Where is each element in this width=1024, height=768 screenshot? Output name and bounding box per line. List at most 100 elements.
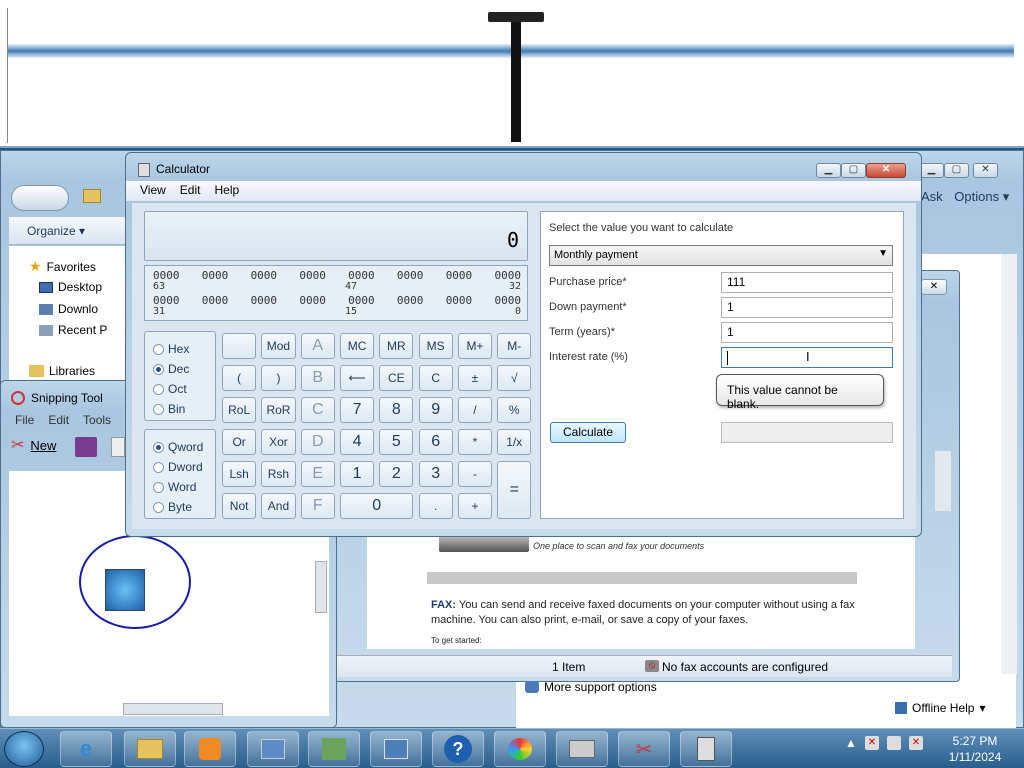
down-payment-field[interactable]: 1 bbox=[721, 297, 893, 318]
key-sqrt[interactable]: √ bbox=[497, 365, 532, 391]
key-rol[interactable]: RoL bbox=[222, 397, 257, 423]
taskbar-snipping[interactable]: ✂ bbox=[618, 731, 670, 767]
key-k2[interactable]: 2 bbox=[379, 461, 414, 487]
calc-close-button[interactable]: ✕ bbox=[866, 163, 906, 178]
key-k8[interactable]: 8 bbox=[379, 397, 414, 423]
sidebar-item-desktop[interactable]: Desktop bbox=[39, 280, 102, 294]
key-pct[interactable]: % bbox=[497, 397, 532, 423]
key-c[interactable]: C bbox=[418, 365, 453, 391]
taskbar-fax[interactable] bbox=[556, 731, 608, 767]
key-mplus[interactable]: M+ bbox=[457, 333, 493, 359]
maximize-button[interactable]: ▢ bbox=[944, 163, 969, 178]
snip-scrollbar-h[interactable] bbox=[123, 703, 223, 715]
back-forward-buttons[interactable] bbox=[11, 185, 69, 211]
calc-type-select[interactable]: Monthly payment ▼ bbox=[549, 245, 893, 266]
taskbar-explorer[interactable] bbox=[124, 731, 176, 767]
start-button[interactable] bbox=[4, 731, 44, 767]
calculate-button[interactable]: Calculate bbox=[550, 422, 626, 443]
minimize-button[interactable]: ▁ bbox=[919, 163, 944, 178]
purchase-price-field[interactable]: 111 bbox=[721, 272, 893, 293]
taskbar-ie[interactable]: e bbox=[60, 731, 112, 767]
key-k4[interactable]: 4 bbox=[339, 429, 375, 455]
key-cc[interactable]: C bbox=[300, 397, 335, 423]
key-ror[interactable]: RoR bbox=[261, 397, 296, 423]
copy-icon[interactable] bbox=[111, 437, 125, 457]
sidebar-item-libraries[interactable]: Libraries bbox=[29, 364, 95, 378]
taskbar-help[interactable]: ? bbox=[432, 731, 484, 767]
key-eq[interactable]: = bbox=[497, 461, 532, 519]
key-xor[interactable]: Xor bbox=[261, 429, 296, 455]
sidebar-item-downloads[interactable]: Downlo bbox=[39, 302, 98, 316]
key-f[interactable]: F bbox=[300, 493, 335, 519]
interest-rate-field[interactable]: I bbox=[721, 347, 893, 368]
key-back[interactable]: ⟵ bbox=[339, 365, 375, 391]
key-k9[interactable]: 9 bbox=[418, 397, 453, 423]
support-people-icon bbox=[525, 681, 539, 693]
save-icon[interactable] bbox=[75, 437, 97, 457]
options-button[interactable]: Options ▾ bbox=[954, 189, 1009, 204]
key-sub[interactable]: - bbox=[457, 461, 493, 487]
key-k5[interactable]: 5 bbox=[379, 429, 414, 455]
key-k1[interactable]: 1 bbox=[339, 461, 375, 487]
network-icon[interactable] bbox=[886, 736, 901, 750]
ask-button[interactable]: Ask bbox=[921, 189, 943, 204]
key-rparen[interactable]: ) bbox=[261, 365, 296, 391]
close-button[interactable]: ✕ bbox=[973, 163, 998, 178]
taskbar-paint[interactable] bbox=[494, 731, 546, 767]
taskbar-computer[interactable] bbox=[370, 731, 422, 767]
key-mod[interactable]: Mod bbox=[261, 333, 296, 359]
key-mr[interactable]: MR bbox=[379, 333, 414, 359]
taskbar-control-panel[interactable] bbox=[247, 731, 299, 767]
taskbar-calculator[interactable] bbox=[680, 731, 732, 767]
key-or[interactable]: Or bbox=[222, 429, 257, 455]
key-not[interactable]: Not bbox=[222, 493, 257, 519]
snipping-new-button[interactable]: ✂ New bbox=[11, 435, 56, 455]
calc-minimize-button[interactable]: ▁ bbox=[816, 163, 841, 178]
key-inv[interactable]: 1/x bbox=[497, 429, 532, 455]
key-rsh[interactable]: Rsh bbox=[261, 461, 296, 487]
key-k7[interactable]: 7 bbox=[339, 397, 375, 423]
action-center-icon[interactable]: ✕ bbox=[864, 736, 879, 750]
sidebar-item-favorites[interactable]: ★ Favorites bbox=[29, 258, 96, 275]
organize-button[interactable]: Organize ▾ bbox=[27, 224, 85, 238]
clock[interactable]: 5:27 PM 1/11/2024 bbox=[940, 733, 1010, 765]
key-e[interactable]: E bbox=[300, 461, 335, 487]
menu-edit[interactable]: Edit bbox=[180, 183, 201, 197]
menu-file[interactable]: File bbox=[15, 413, 34, 427]
snip-scrollbar-v[interactable] bbox=[315, 561, 327, 613]
right-scrollbar[interactable] bbox=[1001, 254, 1017, 674]
key-lsh[interactable]: Lsh bbox=[222, 461, 257, 487]
key-mc[interactable]: MC bbox=[339, 333, 375, 359]
fax-close-button[interactable]: ✕ bbox=[921, 279, 947, 295]
key-a[interactable]: A bbox=[300, 333, 335, 359]
taskbar-media-player[interactable] bbox=[184, 731, 236, 767]
menu-edit[interactable]: Edit bbox=[48, 413, 69, 427]
key-div[interactable]: / bbox=[457, 397, 493, 423]
key-mminus[interactable]: M- bbox=[497, 333, 532, 359]
offline-help-button[interactable]: Offline Help ▾ bbox=[895, 701, 986, 715]
key-k6[interactable]: 6 bbox=[418, 429, 453, 455]
calc-maximize-button[interactable]: ▢ bbox=[841, 163, 866, 178]
fax-scrollbar[interactable] bbox=[935, 451, 951, 511]
key-ms[interactable]: MS bbox=[418, 333, 453, 359]
key-mul[interactable]: * bbox=[457, 429, 493, 455]
menu-view[interactable]: View bbox=[140, 183, 166, 197]
term-field[interactable]: 1 bbox=[721, 322, 893, 343]
menu-tools[interactable]: Tools bbox=[83, 413, 111, 427]
menu-help[interactable]: Help bbox=[214, 183, 239, 197]
key-and[interactable]: And bbox=[261, 493, 296, 519]
key-ce[interactable]: CE bbox=[379, 365, 414, 391]
key-k0[interactable]: 0 bbox=[339, 493, 414, 519]
show-hidden-icons-button[interactable]: ▲ bbox=[845, 736, 857, 750]
sidebar-item-recent[interactable]: Recent P bbox=[39, 323, 107, 337]
key-pm[interactable]: ± bbox=[457, 365, 493, 391]
volume-muted-icon[interactable]: ✕ bbox=[908, 736, 923, 750]
key-k3[interactable]: 3 bbox=[418, 461, 453, 487]
key-add[interactable]: + bbox=[457, 493, 493, 519]
taskbar-setup[interactable] bbox=[308, 731, 360, 767]
key-dot[interactable]: . bbox=[418, 493, 453, 519]
key-b[interactable]: B bbox=[300, 365, 335, 391]
key-lparen[interactable]: ( bbox=[222, 365, 257, 391]
key-d[interactable]: D bbox=[300, 429, 335, 455]
more-support-link[interactable]: More support options bbox=[525, 680, 657, 694]
